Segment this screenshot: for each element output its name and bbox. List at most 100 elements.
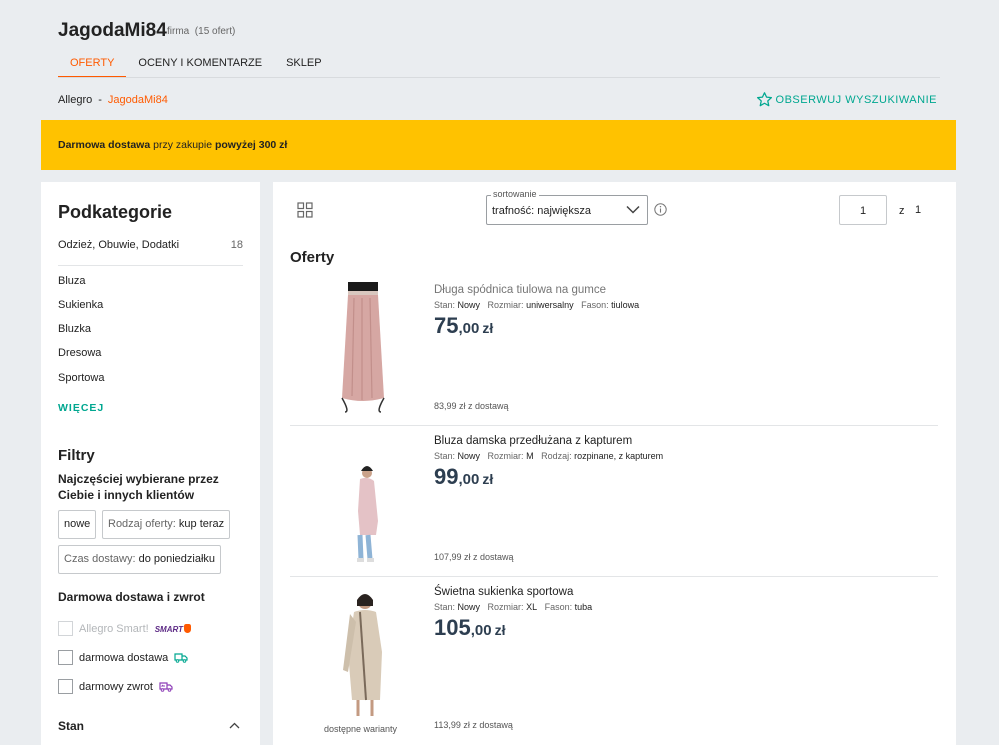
breadcrumb: Allegro - JagodaMi84	[58, 94, 168, 106]
price-integer: 75	[434, 313, 459, 338]
param-value: uniwersalny	[526, 300, 574, 310]
offer-price: 105,00 zł	[434, 615, 505, 641]
offer-divider	[290, 576, 938, 577]
free-delivery-banner: Darmowa dostawa przy zakupie powyżej 300…	[41, 120, 956, 170]
offers-panel: sortowanie trafność: największa 1 z 1 Of…	[273, 182, 956, 745]
price-currency: zł	[482, 320, 494, 336]
price-integer: 99	[434, 464, 459, 489]
param-key: Rodzaj:	[541, 451, 575, 461]
param-value: tiulowa	[611, 300, 640, 310]
offer-delivery-price: 83,99 zł z dostawą	[434, 401, 509, 411]
allegro-smart-filter[interactable]: Allegro Smart! SMART	[58, 621, 191, 636]
tabs-divider	[58, 77, 940, 78]
grid-view-icon[interactable]	[297, 202, 313, 218]
offers-count: (15 ofert)	[194, 26, 236, 37]
offers-title: Oferty	[290, 249, 335, 266]
free-delivery-filter[interactable]: darmowa dostawa	[58, 650, 188, 665]
filter-chip-delivery-time[interactable]: Czas dostawy: do poniedziałku	[58, 545, 222, 574]
checkbox[interactable]	[58, 650, 73, 665]
tab-shop[interactable]: SKLEP	[274, 50, 333, 78]
subcategory-item[interactable]: Sportowa	[58, 372, 104, 384]
offer-params: Stan: Nowy Rozmiar: XL Fason: tuba	[434, 602, 592, 612]
param-key: Rozmiar:	[487, 300, 527, 310]
truck-icon	[174, 653, 188, 663]
variants-link[interactable]: dostępne warianty	[324, 724, 397, 734]
free-return-filter[interactable]: darmowy zwrot	[58, 679, 173, 694]
param-key: Fason:	[544, 602, 575, 612]
param-value: XL	[526, 602, 538, 612]
sort-select[interactable]: sortowanie trafność: największa	[486, 189, 648, 225]
price-decimal: ,00	[470, 622, 492, 639]
chevron-up-icon[interactable]	[229, 722, 240, 729]
subcategory-item[interactable]: Bluza	[58, 275, 86, 287]
subcategory-item[interactable]: Dresowa	[58, 347, 101, 359]
param-value: Nowy	[457, 602, 481, 612]
tab-offers[interactable]: OFERTY	[58, 50, 127, 78]
offer-title[interactable]: Świetna sukienka sportowa	[434, 586, 573, 598]
tab-ratings[interactable]: OCENY I KOMENTARZE	[126, 50, 274, 78]
sort-legend: sortowanie	[491, 189, 539, 199]
filter-chip-value: do poniedziałku	[138, 553, 216, 565]
top-category[interactable]: Odzież, Obuwie, Dodatki 18	[58, 239, 243, 251]
smart-badge-text: SMART	[154, 624, 183, 634]
param-key: Stan:	[434, 602, 458, 612]
param-key: Stan:	[434, 451, 458, 461]
param-key: Rozmiar:	[487, 451, 527, 461]
product-image[interactable]	[310, 280, 414, 420]
filters-subtitle: Najczęściej wybierane przez Ciebie i inn…	[58, 472, 219, 502]
subcategory-item[interactable]: Bluzka	[58, 323, 91, 335]
seller-type-label: firma	[167, 26, 190, 37]
checkbox[interactable]	[58, 621, 73, 636]
offer-item[interactable]: Długa spódnica tiulowa na gumce Stan: No…	[290, 280, 938, 430]
filter-chip-offer-type[interactable]: Rodzaj oferty: kup teraz	[102, 510, 231, 539]
offer-divider	[290, 425, 938, 426]
observe-search-button[interactable]: OBSERWUJ WYSZUKIWANIE	[756, 91, 937, 108]
page-total: 1	[915, 204, 922, 216]
checkbox-label: Allegro Smart!	[79, 622, 149, 635]
seller-type: firma (15 ofert)	[167, 26, 235, 37]
param-key: Rozmiar:	[487, 602, 527, 612]
page-number-input[interactable]: 1	[839, 195, 887, 225]
seller-name: JagodaMi84	[58, 20, 167, 41]
top-category-label: Odzież, Obuwie, Dodatki	[58, 239, 180, 251]
breadcrumb-root[interactable]: Allegro	[58, 94, 92, 106]
offer-params: Stan: Nowy Rozmiar: M Rodzaj: rozpinane,…	[434, 451, 663, 461]
price-currency: zł	[494, 622, 506, 638]
sort-value: trafność: największa	[492, 205, 592, 217]
top-category-count: 18	[230, 239, 243, 251]
divider	[58, 265, 243, 266]
subcategories-title: Podkategorie	[58, 202, 173, 222]
offer-title[interactable]: Długa spódnica tiulowa na gumce	[434, 284, 606, 296]
seller-tabs: OFERTY OCENY I KOMENTARZE SKLEP	[58, 50, 334, 78]
param-value: M	[526, 451, 534, 461]
offer-params: Stan: Nowy Rozmiar: uniwersalny Fason: t…	[434, 300, 639, 310]
subcategory-item[interactable]: Sukienka	[58, 299, 103, 311]
param-value: rozpinane, z kapturem	[574, 451, 664, 461]
free-delivery-return-title: Darmowa dostawa i zwrot	[58, 590, 205, 604]
filter-chip-label: Czas dostawy:	[64, 553, 139, 565]
return-truck-icon	[159, 682, 173, 692]
offer-title[interactable]: Bluza damska przedłużana z kapturem	[434, 435, 632, 447]
more-subcategories-link[interactable]: WIĘCEJ	[58, 402, 104, 414]
filters-sidebar: Podkategorie Odzież, Obuwie, Dodatki 18 …	[41, 182, 260, 745]
chevron-down-icon	[626, 205, 640, 214]
filters-title: Filtry	[58, 447, 95, 464]
offer-item[interactable]: Świetna sukienka sportowa Stan: Nowy Roz…	[290, 582, 938, 742]
price-decimal: ,00	[458, 320, 480, 337]
filter-chip-new[interactable]: nowe	[58, 510, 97, 539]
product-image[interactable]	[310, 431, 414, 571]
info-icon[interactable]	[654, 203, 667, 216]
offer-delivery-price: 113,99 zł z dostawą	[434, 720, 513, 730]
price-currency: zł	[482, 471, 494, 487]
product-image[interactable]	[310, 582, 414, 722]
breadcrumb-separator: -	[98, 94, 102, 106]
checkbox-label: darmowa dostawa	[79, 651, 169, 664]
banner-bold-2: powyżej 300 zł	[214, 139, 288, 151]
param-key: Fason:	[581, 300, 612, 310]
filter-chip-value: kup teraz	[178, 518, 225, 530]
banner-text: przy zakupie	[150, 139, 215, 151]
breadcrumb-current[interactable]: JagodaMi84	[108, 94, 168, 106]
checkbox[interactable]	[58, 679, 73, 694]
offer-item[interactable]: Bluza damska przedłużana z kapturem Stan…	[290, 431, 938, 581]
condition-filter-title[interactable]: Stan	[58, 719, 84, 733]
